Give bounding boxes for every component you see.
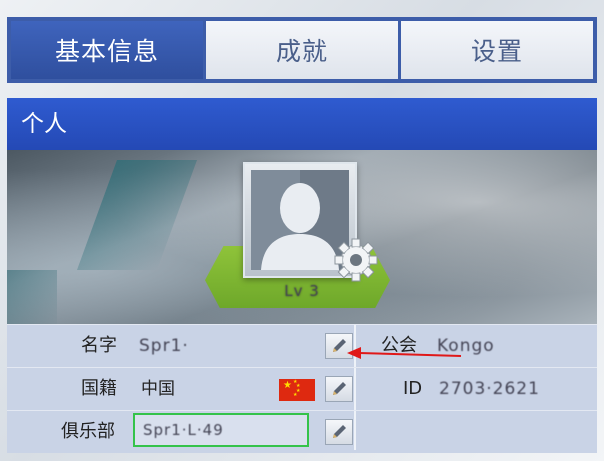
id-value: 2703·2621 [439,379,540,399]
info-table: 名字 Spr1· 公会 Kongo 国籍 中国 ★ ★ ★ ★ ★ ID 270… [7,324,597,453]
pencil-icon [333,382,346,395]
info-row-nationality: 国籍 中国 ★ ★ ★ ★ ★ ID 2703·2621 [7,367,597,410]
tab-achievements[interactable]: 成就 [206,21,398,79]
annotation-arrow-icon [347,347,462,359]
name-label: 名字 [81,335,117,356]
nationality-label: 国籍 [81,378,117,399]
id-label: ID [403,378,423,399]
profile-banner: Lv 3 [7,150,597,324]
player-level: Lv 3 [284,282,320,300]
club-value: Spr1·L·49 [143,421,224,439]
china-flag-icon: ★ ★ ★ ★ ★ [279,379,315,401]
tab-settings[interactable]: 设置 [401,21,593,79]
gear-icon[interactable] [334,238,378,282]
tab-basic-info[interactable]: 基本信息 [11,21,203,79]
club-field[interactable]: Spr1·L·49 [133,413,309,447]
club-label: 俱乐部 [61,421,115,442]
nationality-value: 中国 [141,379,175,399]
panel-title: 个人 [7,98,597,150]
name-value: Spr1· [139,336,189,356]
info-row-name: 名字 Spr1· 公会 Kongo [7,324,597,367]
pencil-icon [333,425,346,438]
profile-panel: 个人 Lv 3 名字 Spr1· 公会 Kongo 国籍 中国 ★ ★ ★ ★ … [7,98,597,461]
edit-club-button[interactable] [325,419,353,445]
info-row-club: 俱乐部 Spr1·L·49 [7,410,597,453]
edit-nationality-button[interactable] [325,376,353,402]
tab-bar: 基本信息 成就 设置 [7,17,597,83]
